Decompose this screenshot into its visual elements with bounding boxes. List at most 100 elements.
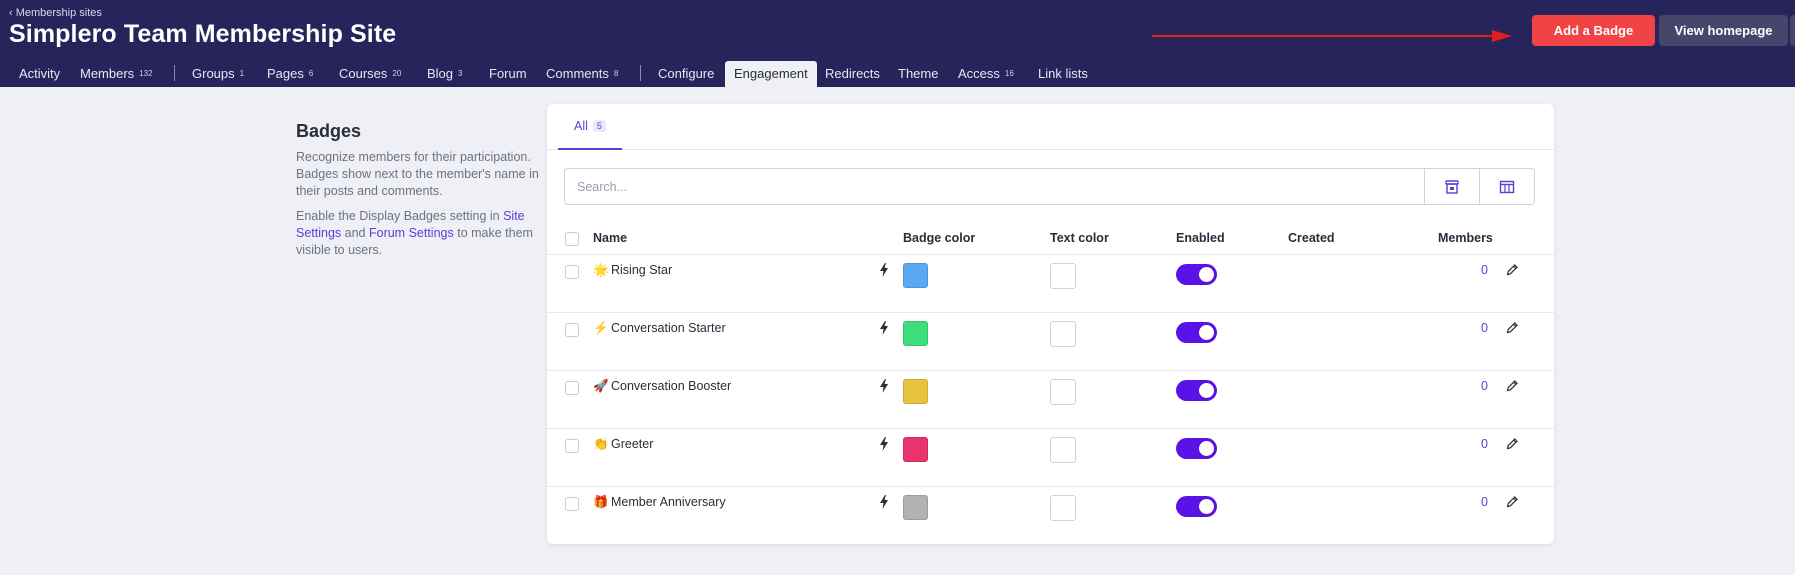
archive-filter-button[interactable] (1424, 168, 1480, 205)
row-checkbox[interactable] (565, 323, 579, 337)
view-homepage-button[interactable]: View homepage (1659, 15, 1788, 46)
column-header-created[interactable]: Created (1288, 231, 1335, 245)
badge-name[interactable]: 🚀 Conversation Booster (593, 379, 731, 394)
pencil-icon[interactable] (1506, 321, 1519, 334)
tab-blog[interactable]: Blog 3 (418, 61, 471, 87)
row-checkbox[interactable] (565, 381, 579, 395)
text-color-swatch[interactable] (1050, 495, 1076, 521)
column-header-enabled: Enabled (1176, 231, 1225, 245)
columns-button[interactable] (1479, 168, 1535, 205)
badge-name[interactable]: 👏 Greeter (593, 437, 653, 452)
members-count-link[interactable]: 0 (1481, 495, 1488, 509)
table-row: 🎁 Member Anniversary 0 (547, 487, 1554, 545)
text-color-swatch[interactable] (1050, 379, 1076, 405)
select-all-checkbox[interactable] (565, 232, 579, 246)
tab-forum[interactable]: Forum (480, 61, 536, 87)
toggle-knob (1199, 267, 1214, 282)
add-badge-button[interactable]: Add a Badge (1532, 15, 1655, 46)
blog-count-badge: 3 (458, 69, 463, 78)
tab-courses[interactable]: Courses 20 (330, 61, 410, 87)
badge-color-swatch[interactable] (903, 437, 928, 462)
row-checkbox[interactable] (565, 497, 579, 511)
nav-divider (640, 65, 641, 81)
display-badges-hint: Enable the Display Badges setting in Sit… (296, 209, 533, 257)
tab-theme[interactable]: Theme (889, 61, 947, 87)
text-color-swatch[interactable] (1050, 263, 1076, 289)
badge-name[interactable]: 🌟 Rising Star (593, 263, 672, 278)
lightning-icon: ⚡ (593, 321, 609, 335)
tab-configure[interactable]: Configure (649, 61, 723, 87)
tab-engagement[interactable]: Engagement (725, 61, 817, 87)
section-description: Recognize members for their participatio… (296, 150, 539, 198)
site-nav-tabs: Activity Members 132 Groups 1 Pages 6 Cours… (0, 61, 1795, 87)
forum-settings-link[interactable]: Forum Settings (369, 226, 454, 240)
pencil-icon[interactable] (1506, 437, 1519, 450)
toggle-knob (1199, 441, 1214, 456)
badge-color-swatch[interactable] (903, 495, 928, 520)
tab-members[interactable]: Members 132 (71, 61, 162, 87)
enabled-toggle[interactable] (1176, 438, 1217, 459)
archive-icon (1445, 179, 1459, 194)
groups-count-badge: 1 (239, 69, 245, 78)
badge-color-swatch[interactable] (903, 263, 928, 288)
column-header-members[interactable]: Members (1438, 231, 1493, 245)
table-row: 👏 Greeter 0 (547, 429, 1554, 487)
comments-count-badge: 8 (613, 69, 619, 78)
column-header-text-color: Text color (1050, 231, 1109, 245)
gift-icon: 🎁 (593, 495, 609, 509)
badge-color-swatch[interactable] (903, 379, 928, 404)
members-count-badge: 132 (139, 69, 153, 78)
text-color-swatch[interactable] (1050, 437, 1076, 463)
automation-bolt-icon[interactable] (880, 321, 888, 335)
tab-link-lists[interactable]: Link lists (1029, 61, 1097, 87)
badges-card: All5 Name Badge color Text color Enabled… (547, 104, 1554, 544)
star-icon: 🌟 (593, 263, 609, 277)
tab-all[interactable]: All 5 (558, 104, 622, 150)
columns-icon (1499, 180, 1515, 193)
red-arrow-annotation (1152, 30, 1512, 42)
table-row: ⚡ Conversation Starter 0 (547, 313, 1554, 371)
pencil-icon[interactable] (1506, 379, 1519, 392)
search-input[interactable] (564, 168, 1425, 205)
enabled-toggle[interactable] (1176, 264, 1217, 285)
tab-pages[interactable]: Pages 6 (258, 61, 322, 87)
tab-redirects[interactable]: Redirects (816, 61, 889, 87)
badge-color-swatch[interactable] (903, 321, 928, 346)
row-checkbox[interactable] (565, 265, 579, 279)
column-header-badge-color: Badge color (903, 231, 976, 245)
access-count-badge: 16 (1004, 69, 1014, 78)
pages-count-badge: 6 (308, 69, 314, 78)
members-count-link[interactable]: 0 (1481, 263, 1488, 277)
toggle-knob (1199, 325, 1214, 340)
enabled-toggle[interactable] (1176, 322, 1217, 343)
back-to-membership-sites-link[interactable]: ‹ Membership sites (9, 7, 102, 19)
automation-bolt-icon[interactable] (880, 263, 888, 277)
enabled-toggle[interactable] (1176, 496, 1217, 517)
column-header-name[interactable]: Name (593, 231, 627, 245)
top-header: ‹ Membership sites Simplero Team Members… (0, 0, 1795, 87)
nav-divider (174, 65, 175, 81)
automation-bolt-icon[interactable] (880, 437, 888, 451)
more-options-button[interactable] (1790, 15, 1795, 46)
members-count-link[interactable]: 0 (1481, 437, 1488, 451)
badge-name[interactable]: 🎁 Member Anniversary (593, 495, 726, 510)
table-row: 🚀 Conversation Booster 0 (547, 371, 1554, 429)
tab-activity[interactable]: Activity (10, 61, 69, 87)
enabled-toggle[interactable] (1176, 380, 1217, 401)
toggle-knob (1199, 383, 1214, 398)
page-title: Simplero Team Membership Site (9, 20, 397, 48)
clapping-hands-icon: 👏 (593, 437, 609, 451)
automation-bolt-icon[interactable] (880, 379, 888, 393)
pencil-icon[interactable] (1506, 263, 1519, 276)
members-count-link[interactable]: 0 (1481, 321, 1488, 335)
courses-count-badge: 20 (392, 69, 402, 78)
automation-bolt-icon[interactable] (880, 495, 888, 509)
badge-name[interactable]: ⚡ Conversation Starter (593, 321, 726, 336)
members-count-link[interactable]: 0 (1481, 379, 1488, 393)
text-color-swatch[interactable] (1050, 321, 1076, 347)
tab-groups[interactable]: Groups 1 (183, 61, 253, 87)
row-checkbox[interactable] (565, 439, 579, 453)
tab-access[interactable]: Access 16 (949, 61, 1023, 87)
tab-comments[interactable]: Comments 8 (537, 61, 627, 87)
pencil-icon[interactable] (1506, 495, 1519, 508)
